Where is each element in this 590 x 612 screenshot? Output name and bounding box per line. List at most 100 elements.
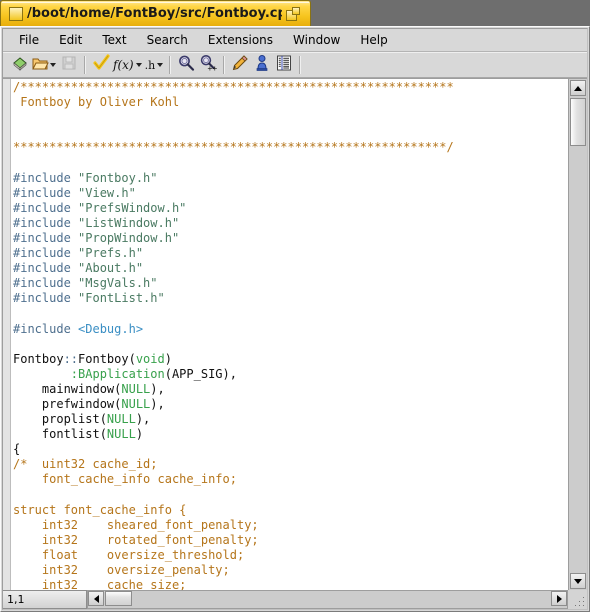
window-resize-handle[interactable] xyxy=(568,590,587,609)
code-token: NULL xyxy=(106,412,136,427)
resize-grip-icon xyxy=(575,597,584,606)
code-line: { xyxy=(13,442,574,457)
code-token: Fontboy xyxy=(13,351,64,366)
compile-check-icon[interactable] xyxy=(90,54,112,76)
zoom-box-icon[interactable] xyxy=(286,6,302,21)
code-line: :BApplication(APP_SIG), xyxy=(13,367,574,382)
code-token: #include xyxy=(13,276,79,291)
header-switch-dropdown-label: .h xyxy=(144,58,156,72)
code-token: int32 rotated_font_penalty; xyxy=(13,532,259,547)
menu-item-extensions[interactable]: Extensions xyxy=(198,31,283,49)
menu-item-edit[interactable]: Edit xyxy=(49,31,92,49)
code-token: "FontList.h" xyxy=(78,291,165,306)
code-token: NULL xyxy=(121,396,151,411)
open-folder-icon-glyph xyxy=(31,54,49,76)
vertical-scrollbar[interactable] xyxy=(568,78,587,590)
code-line: #include "Fontboy.h" xyxy=(13,171,574,186)
horizontal-scrollbar[interactable] xyxy=(87,590,568,609)
menu-item-file[interactable]: File xyxy=(9,31,49,49)
code-token: proplist( xyxy=(13,412,107,427)
scroll-down-arrow-icon[interactable] xyxy=(570,573,586,589)
code-line: Fontboy by Oliver Kohl xyxy=(13,95,574,110)
new-document-icon[interactable] xyxy=(9,54,31,76)
chevron-down-icon[interactable] xyxy=(50,63,56,67)
code-token: float oversize_threshold; xyxy=(13,547,245,562)
code-token: #include xyxy=(13,246,79,261)
menu-item-search[interactable]: Search xyxy=(137,31,198,49)
code-token: #include xyxy=(13,291,79,306)
code-line: #include <Debug.h> xyxy=(13,322,574,337)
code-token: "PropWindow.h" xyxy=(78,230,180,245)
scroll-up-arrow-icon[interactable] xyxy=(570,80,586,96)
code-line: #include "MsgVals.h" xyxy=(13,276,574,291)
window-frame: File Edit Text Search Extensions Window Help f… xyxy=(0,26,590,612)
save-document-icon xyxy=(58,54,80,76)
code-token: ), xyxy=(150,396,165,411)
code-token: struct font_cache_info { xyxy=(13,502,187,517)
chevron-down-icon[interactable] xyxy=(157,63,164,67)
open-folder-icon[interactable] xyxy=(31,54,58,76)
bookmark-pawn-icon[interactable] xyxy=(251,54,273,76)
code-token: "About.h" xyxy=(78,261,144,276)
code-line: proplist(NULL), xyxy=(13,412,574,427)
code-token: :BApplication xyxy=(70,366,165,381)
close-box-icon[interactable] xyxy=(9,6,23,21)
code-text[interactable]: /***************************************… xyxy=(13,80,574,590)
menu-item-text[interactable]: Text xyxy=(92,31,136,49)
header-switch-dropdown[interactable]: .h xyxy=(144,54,166,76)
find-next-icon-glyph: ++ xyxy=(199,54,217,76)
code-token: NULL xyxy=(121,381,151,396)
code-line: mainwindow(NULL), xyxy=(13,382,574,397)
code-token: Fontboy by Oliver Kohl xyxy=(13,95,180,110)
code-token: ****************************************… xyxy=(13,140,454,155)
horizontal-scrollbar-thumb[interactable] xyxy=(105,591,132,606)
code-line: #include "View.h" xyxy=(13,186,574,201)
code-line: #include "PrefsWindow.h" xyxy=(13,201,574,216)
separator-1 xyxy=(84,56,86,74)
code-line: #include "PropWindow.h" xyxy=(13,231,574,246)
vertical-scrollbar-thumb[interactable] xyxy=(570,98,586,146)
find-next-icon[interactable]: ++ xyxy=(197,54,219,76)
code-line: ****************************************… xyxy=(13,140,574,155)
code-editor[interactable]: /***************************************… xyxy=(3,78,574,590)
function-list-dropdown[interactable]: f(x) xyxy=(112,54,144,76)
window-title-tab[interactable]: /boot/home/FontBoy/src/Fontboy.cpp xyxy=(0,0,311,26)
code-token: int32 sheared_font_penalty; xyxy=(13,517,259,532)
menu-bar: File Edit Text Search Extensions Window Help xyxy=(3,29,587,52)
find-icon[interactable] xyxy=(175,54,197,76)
code-token: { xyxy=(13,442,21,457)
code-token: :: xyxy=(63,351,79,366)
code-token: Fontboy( xyxy=(78,351,136,366)
status-badge[interactable]: 1,1 xyxy=(3,590,87,609)
scroll-right-arrow-icon[interactable] xyxy=(551,591,567,606)
chevron-down-icon[interactable] xyxy=(135,63,142,67)
code-token: ) xyxy=(135,427,144,442)
menu-item-window[interactable]: Window xyxy=(283,31,350,49)
code-line: Fontboy::Fontboy(void) xyxy=(13,352,574,367)
code-token: "Prefs.h" xyxy=(78,246,144,261)
separator-4 xyxy=(299,56,302,74)
edit-pencil-icon[interactable] xyxy=(229,54,251,76)
edit-pencil-icon-glyph xyxy=(231,54,249,76)
code-token: (APP_SIG), xyxy=(164,366,237,381)
code-line: #include "FontList.h" xyxy=(13,291,574,306)
code-line: #include "About.h" xyxy=(13,261,574,276)
code-line: #include "Prefs.h" xyxy=(13,246,574,261)
find-icon-glyph xyxy=(177,54,195,76)
code-token: #include xyxy=(13,261,79,276)
code-token: #include xyxy=(13,170,79,185)
code-token: fontlist( xyxy=(13,427,107,442)
code-line: int32 sheared_font_penalty; xyxy=(13,518,574,533)
code-line: font_cache_info cache_info; xyxy=(13,472,574,487)
line-numbers-icon[interactable] xyxy=(273,54,295,76)
scroll-left-arrow-icon[interactable] xyxy=(88,591,104,606)
menu-item-help[interactable]: Help xyxy=(350,31,397,49)
code-token: "View.h" xyxy=(78,185,136,200)
